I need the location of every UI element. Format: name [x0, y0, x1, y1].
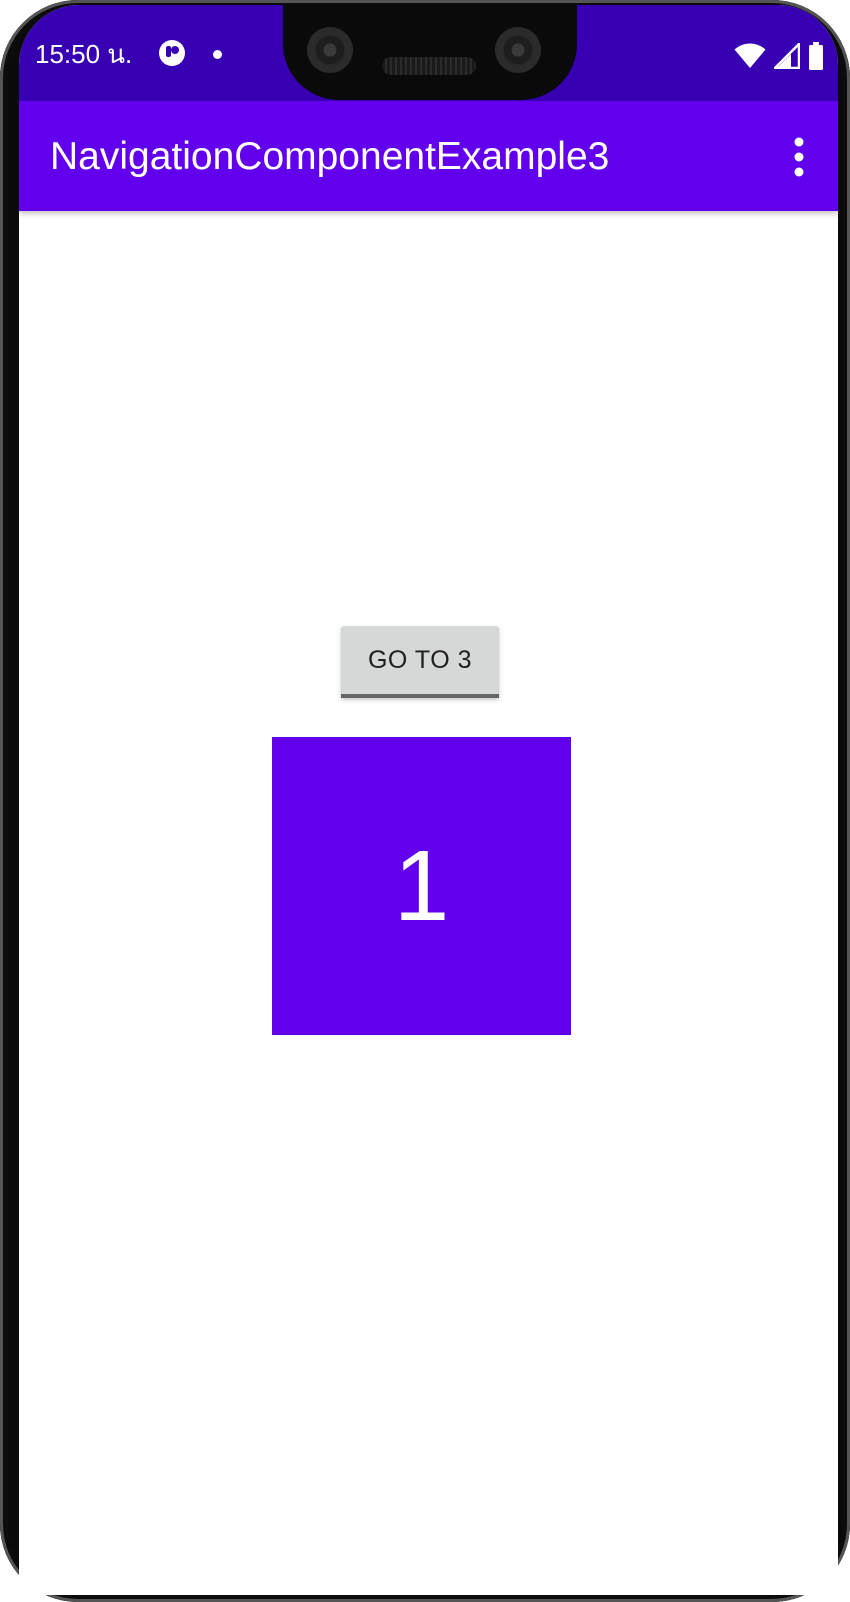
status-bar: 15:50 น. [19, 5, 838, 101]
cell-signal-icon [774, 43, 800, 69]
status-icons [734, 42, 824, 70]
app-bar: NavigationComponentExample3 [19, 101, 838, 211]
battery-icon [809, 42, 823, 70]
go-to-3-button[interactable]: GO TO 3 [341, 626, 499, 698]
fragment-number: 1 [393, 830, 450, 942]
camera-right-icon [495, 27, 541, 73]
circle-app-icon [159, 40, 185, 66]
display-notch [283, 5, 577, 100]
screen: 15:50 น. NavigationComponentExample3 GO … [19, 5, 838, 1595]
wifi-icon [734, 43, 766, 68]
status-time: 15:50 น. [35, 39, 133, 69]
camera-left-icon [307, 27, 353, 73]
app-title: NavigationComponentExample3 [50, 135, 610, 178]
fragment-number-box: 1 [272, 737, 571, 1035]
earpiece-speaker [382, 57, 476, 75]
more-vert-icon[interactable] [784, 135, 814, 179]
phone-frame: 15:50 น. NavigationComponentExample3 GO … [0, 0, 850, 1602]
dot-icon [213, 50, 222, 59]
